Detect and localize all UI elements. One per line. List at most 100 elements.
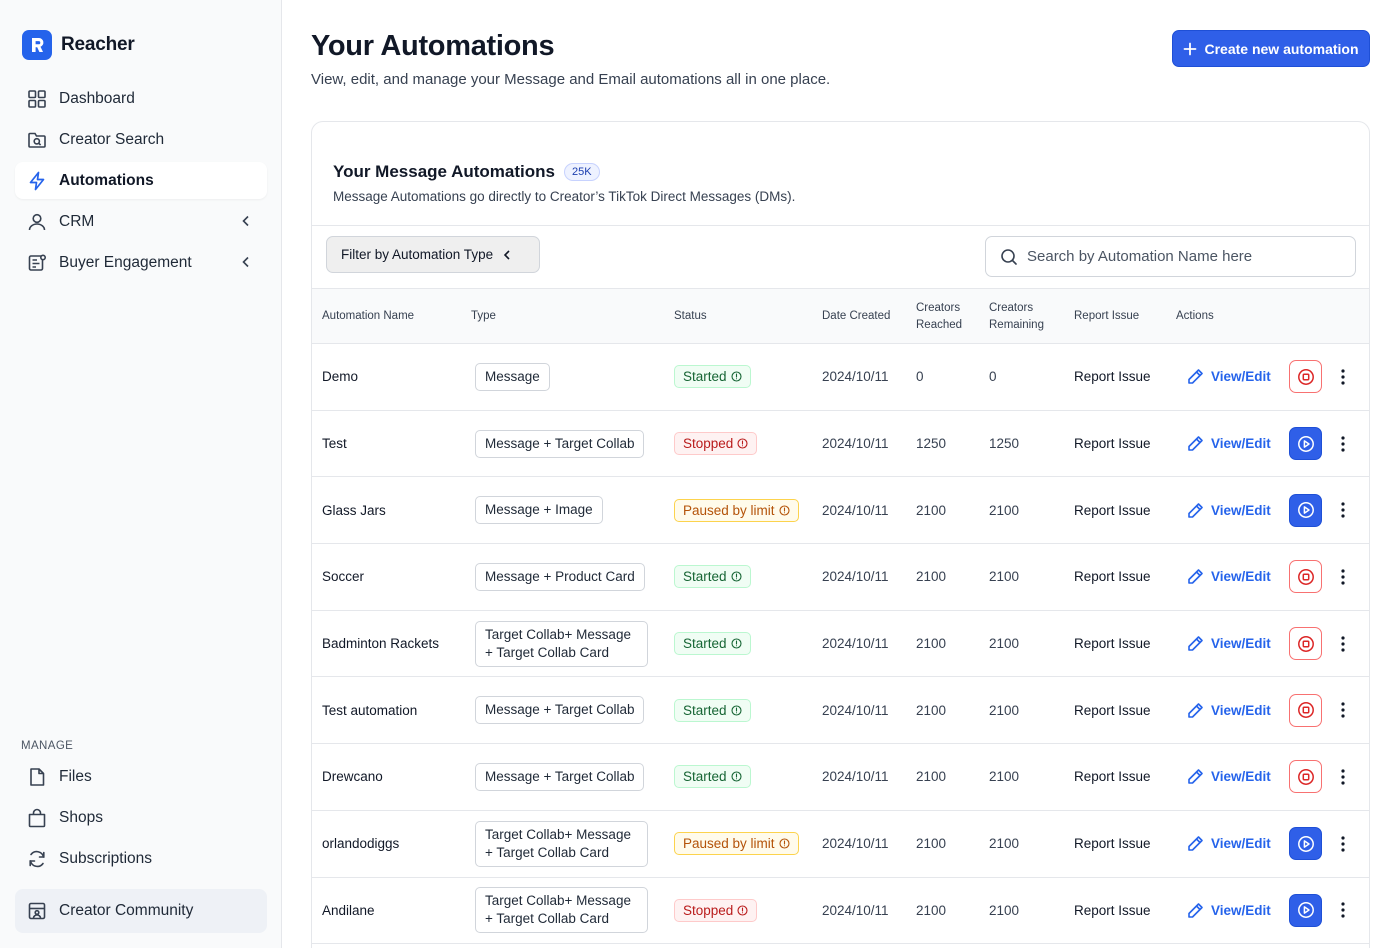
user-icon [26,211,48,233]
stop-automation-button[interactable] [1289,360,1322,394]
report-issue-link[interactable]: Report Issue [1074,611,1151,677]
more-menu-button[interactable] [1335,544,1351,610]
start-automation-button[interactable] [1289,893,1322,927]
sidebar-item-label: Subscriptions [59,849,153,867]
create-automation-button[interactable]: Create new automation [1172,30,1370,67]
type-cell: Target Collab+ Message + Target Collab C… [475,611,648,677]
status-cell: Started [674,611,751,677]
search-box[interactable] [985,236,1356,277]
view-edit-link[interactable]: View/Edit [1187,344,1271,410]
sidebar-item-label: Automations [59,171,154,189]
report-issue-link[interactable]: Report Issue [1074,477,1151,543]
sidebar-item-creator-community[interactable]: Creator Community [15,889,267,933]
view-edit-link[interactable]: View/Edit [1187,744,1271,810]
plus-icon [1184,42,1197,55]
stop-icon [1297,769,1314,785]
sidebar-item-label: Dashboard [59,89,135,107]
column-header-line: Remaining [989,319,1044,331]
more-menu-button[interactable] [1335,677,1351,743]
info-icon [730,638,742,649]
column-header-name[interactable]: Automation Name [322,308,414,325]
column-header-line: Creators [916,302,961,314]
report-issue-link[interactable]: Report Issue [1074,744,1151,810]
view-edit-link[interactable]: View/Edit [1187,544,1271,610]
more-menu-button[interactable] [1335,611,1351,677]
table-row: Glass Jars Message + Image Paused by lim… [312,477,1369,545]
start-automation-button[interactable] [1289,493,1322,527]
stop-automation-button[interactable] [1289,693,1322,727]
report-issue-link[interactable]: Report Issue [1074,811,1151,877]
report-issue-link[interactable]: Report Issue [1074,544,1151,610]
column-header-date[interactable]: Date Created [822,308,890,325]
column-header-line: Reached [916,319,963,331]
card-header: Your Message Automations 25K [333,162,600,182]
status-badge: Started [674,632,751,656]
start-automation-button[interactable] [1289,827,1322,861]
type-cell: Message + Target Collab [475,677,645,743]
sidebar-item-crm[interactable]: CRM [15,203,267,240]
date-created: 2024/10/11 [822,569,889,585]
filter-automation-type-button[interactable]: Filter by Automation Type [326,236,540,273]
view-edit-label: View/Edit [1211,702,1271,718]
report-issue-link[interactable]: Report Issue [1074,878,1151,944]
status-badge: Stopped [674,898,758,922]
more-menu-button[interactable] [1335,744,1351,810]
view-edit-link[interactable]: View/Edit [1187,677,1271,743]
chevron-left-icon[interactable] [239,255,253,269]
type-cell: Target Collab+ Message + Target Collab C… [475,878,648,944]
sidebar-item-files[interactable]: Files [15,758,267,795]
table-row: Test automation Message + Target Collab … [312,677,1369,745]
view-edit-link[interactable]: View/Edit [1187,477,1271,543]
search-input[interactable] [1027,248,1327,265]
more-menu-button[interactable] [1335,411,1351,477]
sidebar-item-subscriptions[interactable]: Subscriptions [15,840,267,877]
column-header-remaining[interactable]: Creators Remaining [989,300,1044,334]
sidebar-item-dashboard[interactable]: Dashboard [15,80,267,117]
column-header-reached[interactable]: Creators Reached [916,300,962,334]
stop-icon [1297,702,1314,719]
sidebar-item-label: CRM [59,212,95,230]
stop-icon [1297,635,1314,652]
sidebar-item-creator-search[interactable]: Creator Search [15,121,267,158]
brand[interactable]: Reacher [22,30,135,60]
report-issue-link[interactable]: Report Issue [1074,344,1151,410]
more-menu-button[interactable] [1335,811,1351,877]
date-created: 2024/10/11 [822,902,889,918]
stop-automation-button[interactable] [1289,627,1322,661]
report-issue-link[interactable]: Report Issue [1074,677,1151,743]
creators-reached: 2100 [916,569,947,585]
refresh-icon [26,848,48,870]
sidebar-item-shops[interactable]: Shops [15,799,267,836]
sidebar: Reacher Dashboard Creator Search Automat… [0,0,282,948]
table-row: Test Message + Target Collab Stopped 202… [312,411,1369,478]
type-pill: Message + Image [475,496,603,525]
automation-name: Soccer [322,569,365,585]
start-automation-button[interactable] [1289,427,1322,461]
more-menu-button[interactable] [1335,878,1351,944]
stop-automation-button[interactable] [1289,760,1322,794]
more-menu-button[interactable] [1335,344,1351,410]
more-menu-button[interactable] [1335,477,1351,543]
creators-reached: 0 [916,369,924,385]
column-header-type[interactable]: Type [471,308,496,325]
sidebar-item-automations[interactable]: Automations [15,162,267,199]
type-pill: Message + Target Collab [475,429,645,458]
status-text: Paused by limit [683,836,775,852]
info-icon [730,371,742,382]
column-header-status[interactable]: Status [674,308,707,325]
view-edit-link[interactable]: View/Edit [1187,611,1271,677]
report-issue-link[interactable]: Report Issue [1074,411,1151,477]
column-header-line: Creators [989,302,1034,314]
view-edit-link[interactable]: View/Edit [1187,878,1271,944]
view-edit-link[interactable]: View/Edit [1187,811,1271,877]
view-edit-link[interactable]: View/Edit [1187,411,1271,477]
type-cell: Message + Product Card [475,544,645,610]
chevron-left-icon[interactable] [239,214,253,228]
create-automation-label: Create new automation [1204,40,1359,57]
stop-automation-button[interactable] [1289,560,1322,594]
pencil-icon [1188,369,1203,385]
creators-reached: 2100 [916,769,947,785]
status-cell: Paused by limit [674,811,799,877]
sidebar-item-buyer-engagement[interactable]: Buyer Engagement [15,244,267,281]
action-cell [1289,477,1322,543]
